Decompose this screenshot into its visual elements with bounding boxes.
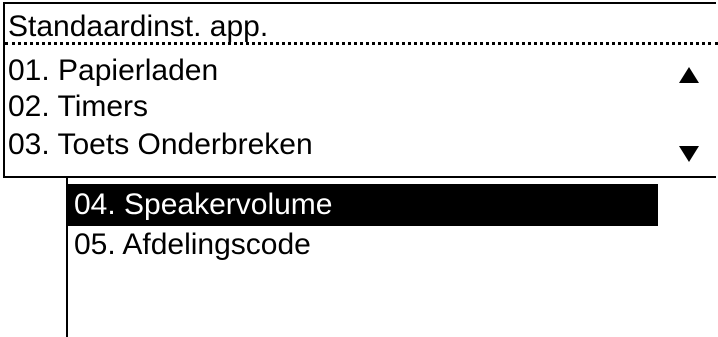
lcd-panel: Standaardinst. app. 01. Papierladen 02. … [3, 2, 718, 178]
screen-title: Standaardinst. app. [8, 10, 269, 43]
menu-item-timers[interactable]: 02. Timers [8, 90, 148, 124]
scroll-down-icon[interactable] [679, 146, 699, 162]
menu-item-afdelingscode[interactable]: 05. Afdelingscode [68, 224, 311, 266]
menu-item-toets-onderbreken[interactable]: 03. Toets Onderbreken [8, 128, 313, 162]
menu-item-speakervolume[interactable]: 04. Speakervolume [68, 184, 658, 226]
menu-list-continuation: 04. Speakervolume 05. Afdelingscode [66, 178, 668, 337]
menu-item-papierladen[interactable]: 01. Papierladen [8, 54, 218, 88]
scroll-up-icon[interactable] [679, 67, 699, 83]
title-divider [5, 42, 718, 45]
